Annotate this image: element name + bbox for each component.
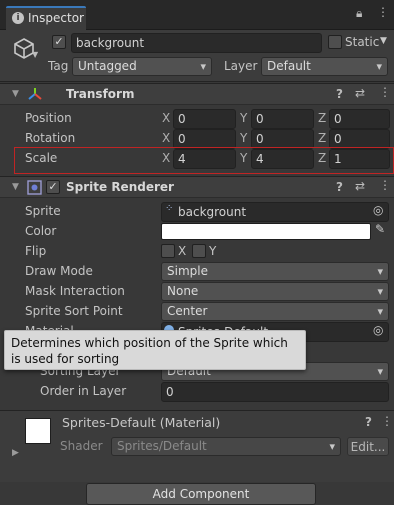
static-label: Static <box>345 35 380 49</box>
transform-help-icon[interactable]: ? <box>336 87 343 101</box>
static-checkbox[interactable] <box>328 35 342 49</box>
flip-x-label: X <box>178 244 187 258</box>
color-label: Color <box>25 224 57 238</box>
sprite-renderer-title: Sprite Renderer <box>66 180 174 194</box>
flip-y-label: Y <box>209 244 217 258</box>
scale-x-axis: X <box>162 151 171 165</box>
sprite-renderer-icon <box>27 180 42 195</box>
sprite-renderer-help-icon[interactable]: ? <box>336 180 343 194</box>
position-label: Position <box>25 111 72 125</box>
eyedropper-icon[interactable]: ✎ <box>375 222 385 236</box>
shader-label: Shader <box>60 439 103 453</box>
tag-dropdown[interactable]: Untagged <box>72 57 212 76</box>
sprite-value: backgrount <box>178 205 247 219</box>
lock-icon[interactable]: 🔒︎ <box>356 6 362 21</box>
static-dropdown-arrow[interactable]: ▼ <box>380 36 387 46</box>
sprite-picker-icon[interactable]: ◎ <box>373 203 383 217</box>
material-menu-icon[interactable]: ⋮ <box>381 414 393 428</box>
sprite-renderer-header[interactable]: ▼ ✓ Sprite Renderer ? ⇄ ⋮ <box>0 176 394 198</box>
material-picker-icon[interactable]: ◎ <box>373 323 383 337</box>
material-foldout-icon[interactable]: ▶ <box>12 448 19 458</box>
sprite-object-field[interactable]: backgrount <box>161 202 389 222</box>
rotation-label: Rotation <box>25 131 76 145</box>
flip-label: Flip <box>25 244 47 258</box>
scale-z-axis: Z <box>318 151 327 165</box>
sort-point-tooltip: Determines which position of the Sprite … <box>4 330 306 370</box>
scale-label: Scale <box>25 151 58 165</box>
tag-label: Tag <box>48 59 69 73</box>
position-z-axis: Z <box>318 111 327 125</box>
flip-x-checkbox[interactable] <box>161 244 175 258</box>
sprite-sort-point-dropdown[interactable]: Center <box>161 302 389 321</box>
mask-interaction-dropdown[interactable]: None <box>161 282 389 301</box>
tab-inspector[interactable]: i Inspector <box>6 6 86 30</box>
order-in-layer-label: Order in Layer <box>40 384 127 398</box>
transform-axes-icon <box>28 88 42 100</box>
gameobject-name-field[interactable]: backgrount <box>71 33 322 53</box>
transform-menu-icon[interactable]: ⋮ <box>379 85 391 99</box>
rotation-z-axis: Z <box>318 131 327 145</box>
scale-z-field[interactable]: 1 <box>329 149 390 169</box>
shader-edit-button[interactable]: Edit... <box>347 437 389 456</box>
material-title: Sprites-Default (Material) <box>62 415 221 430</box>
draw-mode-dropdown[interactable]: Simple <box>161 262 389 281</box>
sprite-asset-icon: ⁘ <box>165 203 174 214</box>
layer-dropdown[interactable]: Default <box>261 57 388 76</box>
color-swatch-field[interactable] <box>161 223 371 240</box>
more-menu-icon[interactable]: ⋮ <box>377 5 389 19</box>
rotation-z-field[interactable]: 0 <box>329 129 390 149</box>
order-in-layer-field[interactable]: 0 <box>161 382 389 402</box>
flip-y-checkbox[interactable] <box>192 244 206 258</box>
rotation-y-axis: Y <box>240 131 248 145</box>
material-help-icon[interactable]: ? <box>365 415 372 429</box>
sprite-label: Sprite <box>25 204 61 218</box>
position-x-field[interactable]: 0 <box>173 109 236 129</box>
sprite-sort-point-label: Sprite Sort Point <box>25 304 123 318</box>
rotation-x-field[interactable]: 0 <box>173 129 236 149</box>
draw-mode-label: Draw Mode <box>25 264 93 278</box>
tab-label: Inspector <box>28 11 84 25</box>
rotation-y-field[interactable]: 0 <box>251 129 314 149</box>
transform-title: Transform <box>66 87 135 101</box>
gameobject-active-checkbox[interactable]: ✓ <box>52 35 66 49</box>
position-z-field[interactable]: 0 <box>329 109 390 129</box>
icon-dropdown-arrow[interactable]: ▼ <box>32 50 38 59</box>
sprite-renderer-foldout-icon[interactable]: ▼ <box>12 182 19 192</box>
transform-header[interactable]: ▼ Transform ? ⇄ ⋮ <box>0 83 394 105</box>
transform-foldout-icon[interactable]: ▼ <box>12 89 19 99</box>
sprite-renderer-enabled-checkbox[interactable]: ✓ <box>46 180 60 194</box>
shader-dropdown[interactable]: Sprites/Default <box>111 437 341 456</box>
scale-y-axis: Y <box>240 151 248 165</box>
gameobject-header: ▼ ✓ backgrount Static ▼ Tag Untagged Lay… <box>0 30 394 82</box>
layer-label: Layer <box>224 59 258 73</box>
scale-x-field[interactable]: 4 <box>173 149 236 169</box>
rotation-x-axis: X <box>162 131 171 145</box>
position-y-axis: Y <box>240 111 248 125</box>
transform-presets-icon[interactable]: ⇄ <box>355 86 365 100</box>
material-preview-swatch <box>25 418 51 444</box>
sprite-renderer-presets-icon[interactable]: ⇄ <box>355 179 365 193</box>
scale-y-field[interactable]: 4 <box>251 149 314 169</box>
tab-bar: i Inspector 🔒︎ ⋮ <box>0 0 394 30</box>
position-y-field[interactable]: 0 <box>251 109 314 129</box>
add-component-button[interactable]: Add Component <box>86 483 316 505</box>
position-x-axis: X <box>162 111 171 125</box>
mask-interaction-label: Mask Interaction <box>25 284 125 298</box>
sprite-renderer-menu-icon[interactable]: ⋮ <box>379 178 391 192</box>
info-icon: i <box>12 12 24 24</box>
